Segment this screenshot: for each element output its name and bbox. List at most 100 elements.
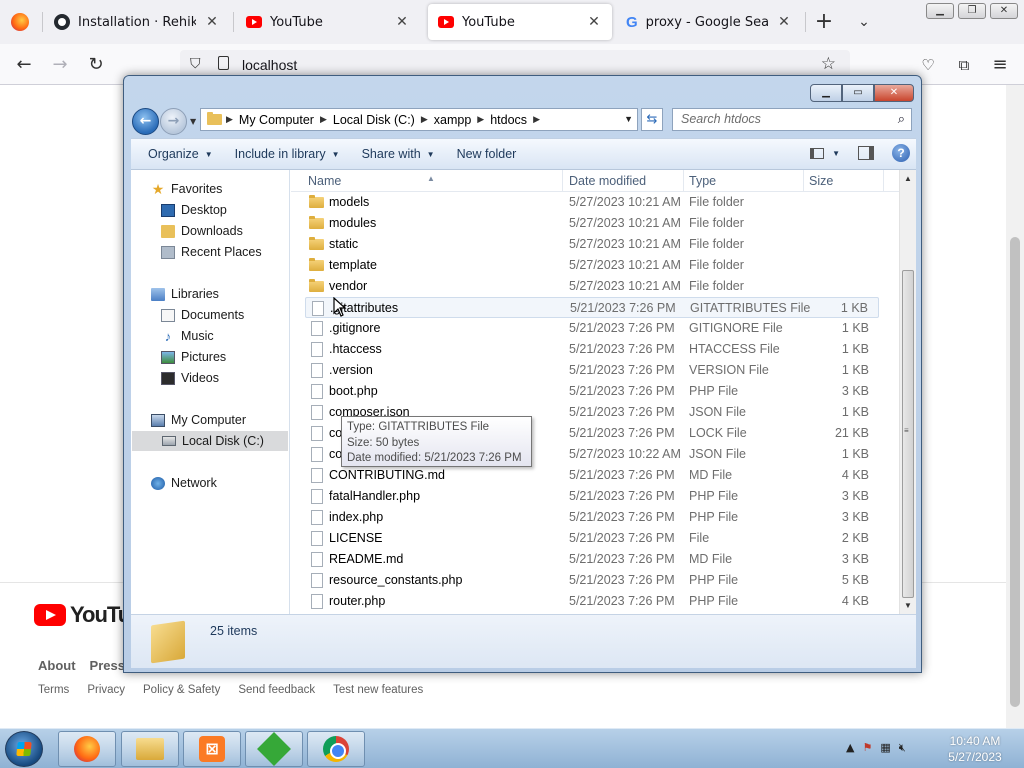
- tab-youtube-1[interactable]: YouTube ✕: [236, 4, 420, 40]
- explorer-forward-arrow-icon[interactable]: →: [160, 108, 187, 135]
- file-row[interactable]: index.php 5/21/2023 7:26 PM PHP File 3 KB: [305, 507, 879, 528]
- explorer-minimize-button[interactable]: ▁: [810, 84, 842, 102]
- close-tab-icon[interactable]: ✕: [776, 14, 792, 30]
- column-header-type[interactable]: Type: [689, 174, 716, 188]
- column-header-name[interactable]: Name: [308, 174, 341, 188]
- breadcrumb-chevron-icon[interactable]: ▶: [533, 114, 540, 125]
- nav-desktop[interactable]: Desktop: [161, 200, 227, 220]
- column-divider[interactable]: [883, 170, 884, 192]
- explorer-close-button[interactable]: ✕: [874, 84, 914, 102]
- nav-favorites[interactable]: ★ Favorites: [151, 179, 223, 199]
- bookmark-star-icon[interactable]: ☆: [821, 54, 836, 74]
- file-row[interactable]: .gitattributes 5/21/2023 7:26 PM GITATTRIB…: [305, 297, 879, 318]
- extensions-icon[interactable]: ⧉: [950, 52, 978, 78]
- new-tab-plus-icon[interactable]: +: [812, 10, 836, 34]
- tab-google-search[interactable]: G proxy - Google Search ✕: [616, 4, 802, 40]
- menu-hamburger-icon[interactable]: ≡: [986, 52, 1014, 78]
- nav-my-computer[interactable]: My Computer: [151, 410, 246, 430]
- search-input[interactable]: Search htdocs ⌕: [672, 108, 912, 131]
- minimize-window-button[interactable]: ▁: [926, 3, 954, 19]
- breadcrumb-xampp[interactable]: xampp: [428, 113, 478, 127]
- footer-link-terms[interactable]: Terms: [38, 684, 69, 696]
- footer-link-send-feedback[interactable]: Send feedback: [238, 684, 315, 696]
- file-row[interactable]: vendor 5/27/2023 10:21 AM File folder: [305, 276, 879, 297]
- file-row[interactable]: LICENSE 5/21/2023 7:26 PM File 2 KB: [305, 528, 879, 549]
- page-scrollbar[interactable]: [1006, 85, 1024, 728]
- breadcrumb-chevron-icon[interactable]: ▶: [320, 114, 327, 125]
- nav-videos[interactable]: Videos: [161, 368, 219, 388]
- column-header-size[interactable]: Size: [809, 174, 833, 188]
- file-row[interactable]: CONTRIBUTING.md 5/21/2023 7:26 PM MD File 4…: [305, 465, 879, 486]
- breadcrumb-chevron-icon[interactable]: ▶: [226, 114, 233, 125]
- explorer-back-arrow-icon[interactable]: ←: [132, 108, 159, 135]
- change-view-button[interactable]: ▼: [810, 147, 840, 159]
- taskbar-clock[interactable]: 10:40 AM 5/27/2023: [940, 733, 1010, 765]
- close-window-button[interactable]: ✕: [990, 3, 1018, 19]
- tab-youtube-active[interactable]: YouTube ✕: [428, 4, 612, 40]
- nav-music[interactable]: ♪ Music: [161, 326, 214, 346]
- show-hidden-icons-chevron-icon[interactable]: ▲: [846, 741, 854, 755]
- file-row[interactable]: .gitignore 5/21/2023 7:26 PM GITIGNORE Fil…: [305, 318, 879, 339]
- volume-muted-icon[interactable]: 🔇︎: [899, 741, 906, 755]
- nav-network[interactable]: Network: [151, 473, 217, 493]
- breadcrumb-local-disk[interactable]: Local Disk (C:): [327, 113, 421, 127]
- firefox-icon[interactable]: [6, 8, 34, 36]
- reload-icon[interactable]: ↻: [82, 52, 110, 78]
- recent-pages-chevron-icon[interactable]: ▼: [190, 117, 196, 126]
- footer-link-policy-safety[interactable]: Policy & Safety: [143, 684, 220, 696]
- file-row[interactable]: fatalHandler.php 5/21/2023 7:26 PM PHP Fil…: [305, 486, 879, 507]
- close-tab-icon[interactable]: ✕: [586, 14, 602, 30]
- column-header-date-modified[interactable]: Date modified: [569, 174, 646, 188]
- preview-pane-icon[interactable]: [858, 146, 874, 160]
- nav-pictures[interactable]: Pictures: [161, 347, 226, 367]
- nav-libraries[interactable]: Libraries: [151, 284, 219, 304]
- close-tab-icon[interactable]: ✕: [394, 14, 410, 30]
- help-icon[interactable]: ?: [892, 144, 910, 162]
- footer-link-privacy[interactable]: Privacy: [87, 684, 125, 696]
- column-divider[interactable]: [683, 170, 684, 192]
- taskbar-xampp[interactable]: ⊠: [183, 731, 241, 767]
- breadcrumb-chevron-icon[interactable]: ▶: [477, 114, 484, 125]
- organize-button[interactable]: Organize ▼: [137, 147, 224, 161]
- nav-downloads[interactable]: Downloads: [161, 221, 243, 241]
- page-icon[interactable]: [218, 56, 229, 70]
- taskbar-filezilla[interactable]: [245, 731, 303, 767]
- file-row[interactable]: resource_constants.php 5/21/2023 7:26 PM P…: [305, 570, 879, 591]
- column-divider[interactable]: [562, 170, 563, 192]
- action-center-flag-icon[interactable]: ⚑: [862, 741, 872, 755]
- address-bar[interactable]: ▶ My Computer ▶ Local Disk (C:) ▶ xampp …: [200, 108, 638, 131]
- file-row[interactable]: README.md 5/21/2023 7:26 PM MD File 3 KB: [305, 549, 879, 570]
- column-divider[interactable]: [803, 170, 804, 192]
- address-history-chevron-icon[interactable]: ▼: [624, 114, 633, 124]
- file-row[interactable]: .htaccess 5/21/2023 7:26 PM HTACCESS File 1…: [305, 339, 879, 360]
- url-text[interactable]: localhost: [242, 57, 297, 73]
- scroll-down-arrow-icon[interactable]: ▼: [900, 597, 916, 614]
- taskbar-firefox[interactable]: [58, 731, 116, 767]
- search-icon[interactable]: ⌕: [898, 111, 905, 127]
- breadcrumb-htdocs[interactable]: htdocs: [484, 113, 533, 127]
- nav-recent-places[interactable]: Recent Places: [161, 242, 262, 262]
- file-row[interactable]: models 5/27/2023 10:21 AM File folder: [305, 192, 879, 213]
- taskbar-explorer[interactable]: [121, 731, 179, 767]
- file-row[interactable]: router.php 5/21/2023 7:26 PM PHP File 4 KB: [305, 591, 879, 612]
- nav-documents[interactable]: Documents: [161, 305, 244, 325]
- scroll-up-arrow-icon[interactable]: ▲: [900, 170, 916, 187]
- breadcrumb-my-computer[interactable]: My Computer: [233, 113, 320, 127]
- breadcrumb-chevron-icon[interactable]: ▶: [421, 114, 428, 125]
- list-all-tabs-chevron-icon[interactable]: ⌄: [852, 10, 876, 34]
- refresh-icon[interactable]: ⇆: [641, 108, 663, 131]
- tab-installation[interactable]: Installation · Rehike/Rehike ✕: [44, 4, 230, 40]
- share-with-button[interactable]: Share with ▼: [351, 147, 446, 161]
- back-arrow-icon[interactable]: ←: [10, 52, 38, 78]
- file-list-scrollbar[interactable]: ▲ ≡ ▼: [899, 170, 916, 614]
- explorer-maximize-button[interactable]: ▭: [842, 84, 874, 102]
- include-in-library-button[interactable]: Include in library ▼: [224, 147, 351, 161]
- new-folder-button[interactable]: New folder: [446, 147, 528, 161]
- close-tab-icon[interactable]: ✕: [204, 14, 220, 30]
- start-button[interactable]: [5, 731, 43, 767]
- footer-link-test-new-features[interactable]: Test new features: [333, 684, 423, 696]
- file-row[interactable]: static 5/27/2023 10:21 AM File folder: [305, 234, 879, 255]
- restore-window-button[interactable]: ❐: [958, 3, 986, 19]
- pocket-icon[interactable]: ♡: [914, 52, 942, 78]
- nav-local-disk[interactable]: Local Disk (C:): [132, 431, 288, 451]
